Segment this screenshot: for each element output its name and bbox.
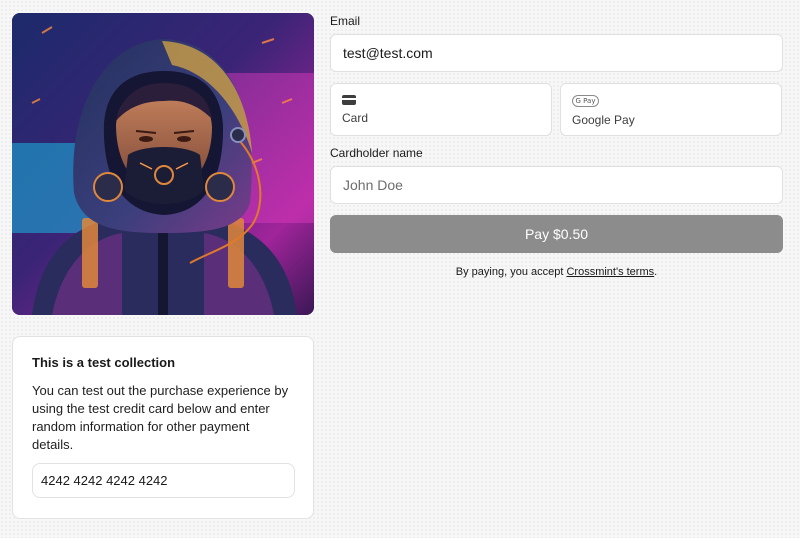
terms-notice: By paying, you accept Crossmint's terms. — [330, 266, 783, 278]
google-pay-icon: G Pay — [572, 95, 599, 107]
checkout-form: Email test@test.com Card G Pay Google Pa… — [330, 14, 783, 278]
test-collection-card: This is a test collection You can test o… — [12, 336, 314, 519]
collection-artwork — [12, 13, 314, 315]
cardholder-name-field[interactable]: John Doe — [330, 166, 783, 204]
terms-suffix: . — [654, 266, 658, 278]
payment-method-label: Google Pay — [572, 113, 635, 127]
crossmint-terms-link[interactable]: Crossmint's terms — [566, 266, 654, 278]
test-card-number[interactable]: 4242 4242 4242 4242 — [32, 463, 295, 498]
cardholder-name-label: Cardholder name — [330, 146, 423, 160]
email-field[interactable]: test@test.com — [330, 34, 783, 72]
email-label: Email — [330, 14, 361, 28]
payment-method-label: Card — [342, 111, 369, 125]
terms-prefix: By paying, you accept — [455, 266, 567, 278]
info-title: This is a test collection — [32, 355, 176, 370]
payment-method-card[interactable]: Card — [330, 83, 552, 136]
payment-methods: Card G Pay Google Pay — [330, 83, 783, 136]
pay-button[interactable]: Pay $0.50 — [330, 215, 783, 253]
info-description: You can test out the purchase experience… — [32, 383, 289, 452]
artwork-illustration — [12, 13, 314, 315]
credit-card-icon — [342, 95, 356, 105]
payment-method-google-pay[interactable]: G Pay Google Pay — [560, 83, 782, 136]
